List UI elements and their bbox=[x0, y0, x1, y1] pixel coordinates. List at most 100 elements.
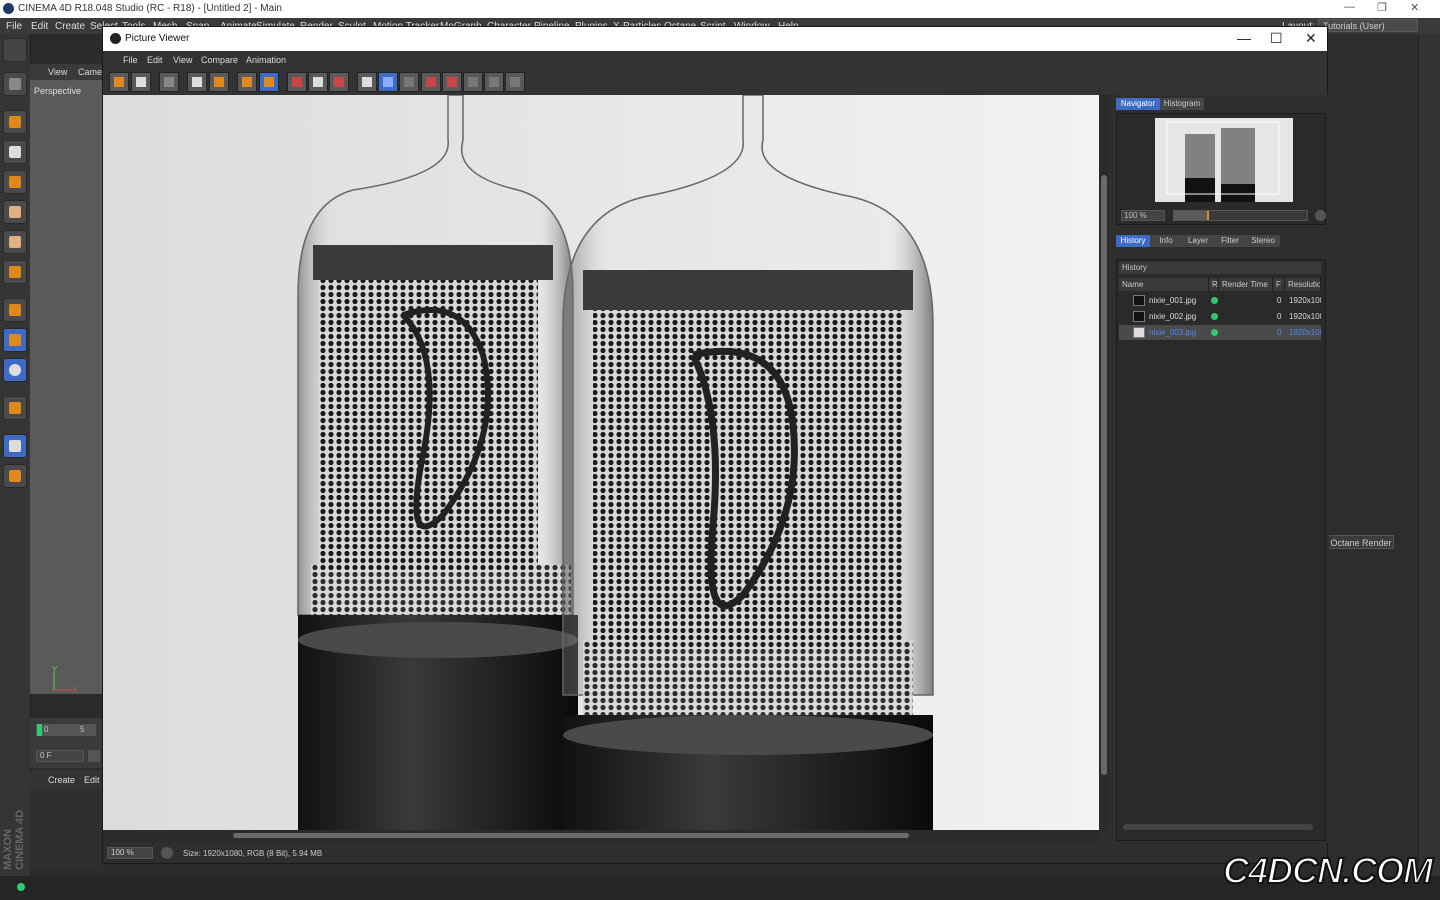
row-thumbnail bbox=[1133, 311, 1145, 322]
viewer-menu-compare[interactable]: Compare bbox=[201, 55, 238, 65]
channel-red-icon[interactable] bbox=[287, 72, 307, 92]
picture-viewer-icon bbox=[110, 33, 121, 44]
viewport-label: Perspective bbox=[34, 86, 82, 96]
history-row[interactable]: nixie_001.jpg 0 1920x1080 bbox=[1119, 293, 1321, 308]
navigator-zoom-slider[interactable] bbox=[1173, 210, 1308, 221]
lock-workplane-button[interactable] bbox=[3, 434, 27, 458]
swap-icon[interactable] bbox=[463, 72, 483, 92]
menu-create[interactable]: Create bbox=[55, 21, 85, 32]
snap-button[interactable] bbox=[3, 358, 27, 382]
navigator-thumbnail[interactable] bbox=[1155, 118, 1293, 202]
timeline-playhead[interactable] bbox=[37, 724, 42, 736]
polygons-mode-button[interactable] bbox=[3, 260, 27, 284]
left-toolbar bbox=[0, 34, 31, 894]
history-row[interactable]: nixie_002.jpg 0 1920x1080 bbox=[1119, 309, 1321, 324]
timeline[interactable]: 0 5 0 F bbox=[30, 718, 102, 768]
grid-button[interactable] bbox=[3, 464, 27, 488]
object-mode-button[interactable] bbox=[3, 110, 27, 134]
nixie-tubes-render bbox=[103, 95, 1099, 830]
navigator-play-icon[interactable] bbox=[1315, 210, 1326, 221]
tab-stereo[interactable]: Stereo bbox=[1246, 235, 1280, 247]
zoom-play-icon[interactable] bbox=[161, 847, 173, 859]
stop-render-icon[interactable] bbox=[237, 72, 257, 92]
workplane-mode-button[interactable] bbox=[3, 170, 27, 194]
layout-select[interactable]: Tutorials (User) bbox=[1318, 19, 1418, 32]
viewer-menu-animation[interactable]: Animation bbox=[246, 55, 286, 65]
history-row-selected[interactable]: nixie_003.jpg 0 1920x1080 bbox=[1119, 325, 1321, 340]
cinema4d-logo-icon bbox=[3, 3, 14, 14]
tweak-mode-button[interactable] bbox=[3, 328, 27, 352]
maxon-brand: MAXON CINEMA 4D bbox=[2, 809, 26, 870]
menu-file[interactable]: File bbox=[6, 21, 22, 32]
channel-green-icon[interactable] bbox=[308, 72, 328, 92]
rendered-image[interactable] bbox=[103, 95, 1099, 830]
compare-split-icon[interactable] bbox=[378, 72, 398, 92]
grid-view-icon[interactable] bbox=[159, 72, 179, 92]
minimize-icon[interactable]: — bbox=[1344, 1, 1355, 13]
image-size-info: Size: 1920x1080, RGB (8 Bit), 5.94 MB bbox=[183, 849, 323, 858]
undo-button[interactable] bbox=[3, 38, 27, 62]
viewer-close-icon[interactable]: ✕ bbox=[1305, 30, 1317, 47]
viewer-minimize-icon[interactable]: — bbox=[1237, 30, 1251, 46]
tab-navigator[interactable]: Navigator bbox=[1116, 98, 1160, 110]
channel-blue-icon[interactable] bbox=[329, 72, 349, 92]
svg-text:X: X bbox=[72, 686, 78, 695]
fullscreen-icon[interactable] bbox=[505, 72, 525, 92]
col-name[interactable]: Name bbox=[1119, 278, 1209, 291]
picture-viewer-window: Picture Viewer — ☐ ✕ File Edit View Comp… bbox=[102, 26, 1329, 864]
viewer-menu-view[interactable]: View bbox=[173, 55, 192, 65]
frame-field[interactable]: 0 F bbox=[36, 750, 84, 762]
history-scrollbar[interactable] bbox=[1123, 824, 1313, 830]
menu-edit[interactable]: Edit bbox=[31, 21, 48, 32]
points-mode-button[interactable] bbox=[3, 200, 27, 224]
save-icon[interactable] bbox=[131, 72, 151, 92]
axis-gizmo-icon: Y X bbox=[52, 665, 78, 695]
history-label: History bbox=[1119, 262, 1321, 274]
texture-mode-button[interactable] bbox=[3, 140, 27, 164]
row-resolution: 1920x1080 bbox=[1289, 296, 1321, 305]
set-a-icon[interactable] bbox=[421, 72, 441, 92]
close-icon[interactable]: ✕ bbox=[1410, 1, 1419, 14]
viewport-menu-view[interactable]: View bbox=[48, 67, 67, 77]
row-resolution: 1920x1080 bbox=[1289, 328, 1321, 337]
col-r[interactable]: R bbox=[1209, 278, 1219, 291]
restore-icon[interactable]: ❐ bbox=[1377, 1, 1387, 14]
render-view-icon[interactable] bbox=[209, 72, 229, 92]
col-f[interactable]: F bbox=[1273, 278, 1285, 291]
row-status-dot bbox=[1211, 313, 1218, 320]
octane-render-button[interactable]: Octane Render bbox=[1328, 535, 1394, 549]
object-menu-create[interactable]: Create bbox=[48, 775, 75, 785]
image-vertical-scrollbar[interactable] bbox=[1099, 95, 1109, 830]
image-horizontal-scrollbar[interactable] bbox=[103, 830, 1099, 842]
render-active-icon[interactable] bbox=[259, 72, 279, 92]
compare-a-icon[interactable] bbox=[357, 72, 377, 92]
tab-filter[interactable]: Filter bbox=[1214, 235, 1246, 247]
history-panel: History Name R Render Time F Resolutio n … bbox=[1116, 259, 1326, 841]
row-render-time: 0 bbox=[1277, 312, 1282, 321]
zoom-field[interactable]: 100 % bbox=[107, 847, 153, 859]
compare-ab-icon[interactable] bbox=[399, 72, 419, 92]
perspective-viewport[interactable] bbox=[30, 64, 102, 694]
tab-info[interactable]: Info bbox=[1150, 235, 1182, 247]
col-resolution[interactable]: Resolution bbox=[1285, 278, 1321, 291]
navigator-zoom-field[interactable]: 100 % bbox=[1121, 210, 1165, 221]
tab-layer[interactable]: Layer bbox=[1182, 235, 1214, 247]
model-mode-button[interactable] bbox=[3, 72, 27, 96]
fit-view-icon[interactable] bbox=[484, 72, 504, 92]
render-region-icon[interactable] bbox=[187, 72, 207, 92]
object-menu-edit[interactable]: Edit bbox=[84, 775, 100, 785]
viewer-maximize-icon[interactable]: ☐ bbox=[1270, 30, 1283, 47]
axis-mode-button[interactable] bbox=[3, 298, 27, 322]
magnet-tool-button[interactable] bbox=[3, 396, 27, 420]
tab-histogram[interactable]: Histogram bbox=[1160, 98, 1204, 110]
row-thumbnail bbox=[1133, 327, 1145, 338]
viewer-menu-file[interactable]: File bbox=[123, 55, 138, 65]
open-icon[interactable] bbox=[109, 72, 129, 92]
set-b-icon[interactable] bbox=[442, 72, 462, 92]
object-manager-menu: Create Edit bbox=[30, 770, 102, 790]
tab-history[interactable]: History bbox=[1116, 235, 1150, 247]
col-render-time[interactable]: Render Time bbox=[1219, 278, 1273, 291]
edges-mode-button[interactable] bbox=[3, 230, 27, 254]
go-to-start-button[interactable] bbox=[88, 750, 100, 762]
viewer-menu-edit[interactable]: Edit bbox=[147, 55, 163, 65]
